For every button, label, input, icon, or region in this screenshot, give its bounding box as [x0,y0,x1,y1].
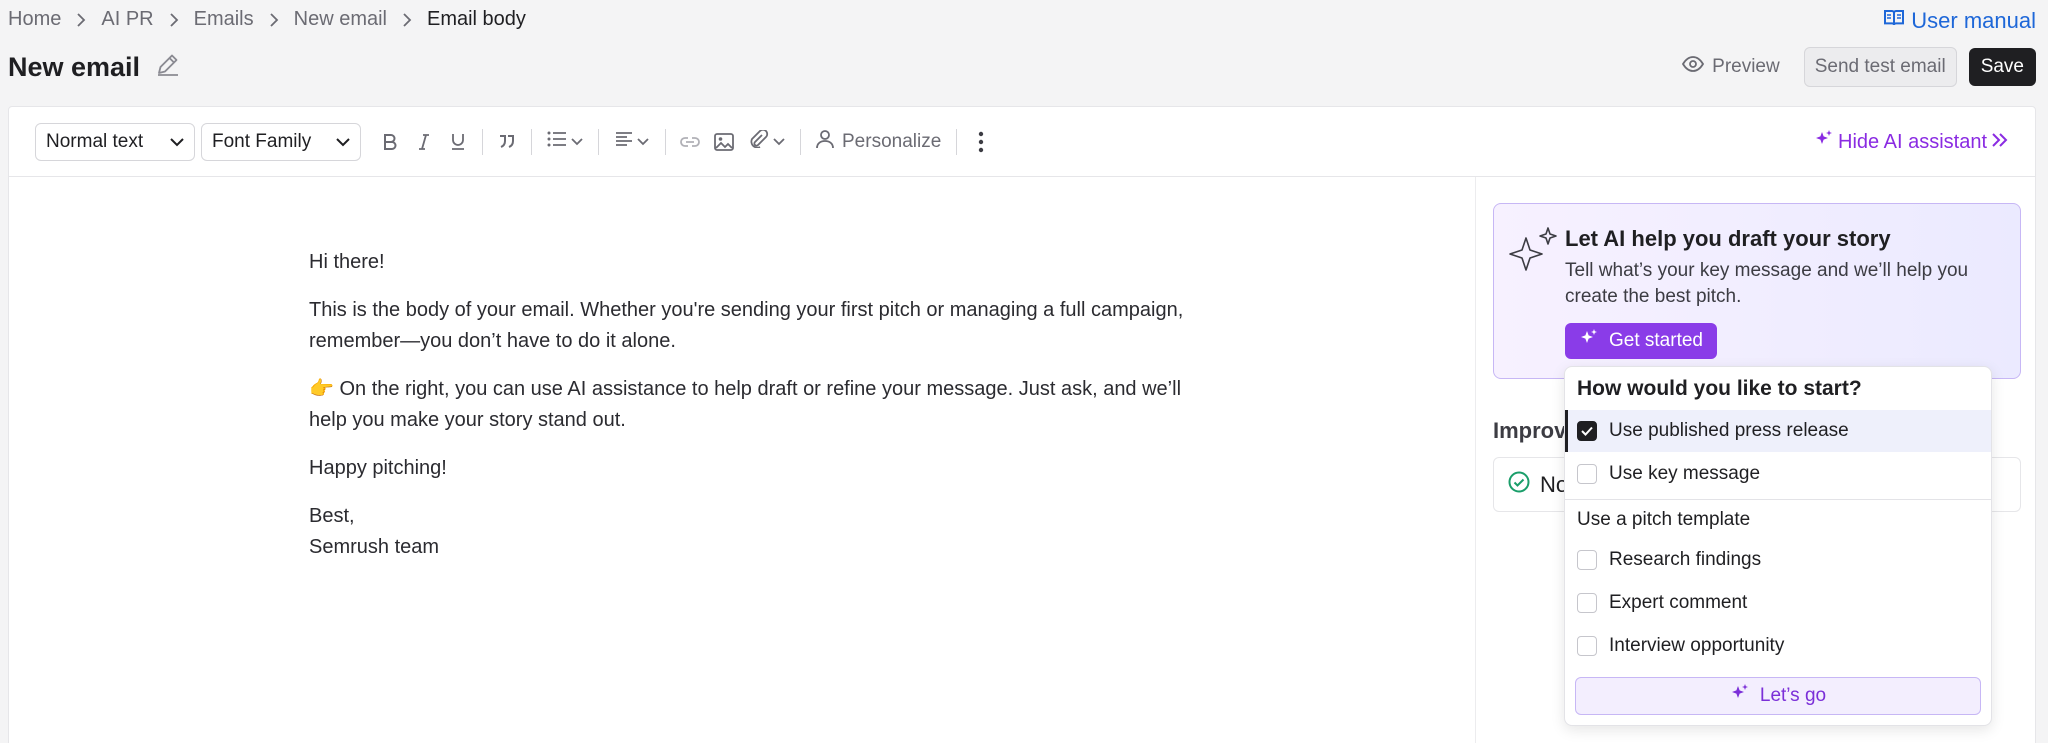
hide-ai-assistant-button[interactable]: Hide AI assistant [1814,129,2009,155]
breadcrumb-ai-pr[interactable]: AI PR [101,8,153,31]
preview-button[interactable]: Preview [1670,50,1792,84]
checkbox[interactable] [1577,593,1597,613]
attachment-menu[interactable] [741,128,793,153]
font-family-value: Font Family [212,130,312,152]
align-left-icon [615,131,633,152]
more-options-icon[interactable] [964,125,998,159]
page-title: New email [8,50,182,85]
template-interview-opportunity[interactable]: Interview opportunity [1565,625,1991,667]
lets-go-label: Let’s go [1759,685,1827,706]
check-circle-icon [1508,471,1530,499]
dropdown-separator [1565,499,1991,500]
link-icon[interactable] [673,125,707,159]
user-manual-link[interactable]: User manual [1883,8,2036,34]
edit-pencil-icon[interactable] [154,50,182,85]
start-options-dropdown: How would you like to start? Use publish… [1564,366,1992,726]
personalize-button[interactable]: Personalize [808,129,949,155]
checkbox[interactable] [1577,464,1597,484]
toolbar-divider [531,128,532,155]
sparkle-icon [1730,683,1750,709]
toolbar-divider [800,128,801,155]
lets-go-button[interactable]: Let’s go [1575,677,1981,715]
ai-card-title: Let AI help you draft your story [1565,226,1891,251]
bold-icon[interactable] [373,125,407,159]
breadcrumb-new-email[interactable]: New email [294,8,387,31]
dropdown-heading: How would you like to start? [1577,377,1862,400]
save-button[interactable]: Save [1968,48,2036,86]
book-icon [1883,8,1905,34]
template-label: Research findings [1609,549,1762,570]
text-style-value: Normal text [46,130,144,152]
template-label: Interview opportunity [1609,635,1785,656]
hide-ai-label: Hide AI assistant [1838,130,1987,153]
sparkle-icon [1814,129,1834,155]
panel-divider [1475,177,1476,743]
email-body-editor[interactable]: Hi there! This is the body of your email… [309,247,1189,580]
header-actions: Preview Send test email Save [1670,47,2036,87]
option-published-press-release[interactable]: Use published press release [1565,410,1991,452]
personalize-label: Personalize [842,130,942,152]
sparkle-icon [1579,328,1599,354]
chevron-down-icon [571,133,583,151]
checkbox-checked[interactable] [1577,421,1597,441]
underline-icon[interactable] [441,125,475,159]
italic-icon[interactable] [407,125,441,159]
chevron-right-icon [169,12,179,27]
list-menu[interactable] [539,131,591,152]
breadcrumb-emails[interactable]: Emails [194,8,254,31]
get-started-button[interactable]: Get started [1565,323,1717,359]
template-expert-comment[interactable]: Expert comment [1565,582,1991,624]
font-family-select[interactable]: Font Family [201,122,361,161]
template-label: Expert comment [1609,592,1748,613]
template-research-findings[interactable]: Research findings [1565,539,1991,581]
email-signature: Semrush team [309,536,440,558]
preview-label: Preview [1712,56,1780,77]
chevron-right-icon [76,12,86,27]
text-style-select[interactable]: Normal text [35,122,195,161]
email-signoff: Best, [309,505,355,527]
user-manual-label: User manual [1911,8,2036,33]
toolbar-divider [665,128,666,155]
quote-icon[interactable] [490,125,524,159]
chevron-down-icon [170,131,184,153]
breadcrumb: Home AI PR Emails New email Email body [8,8,526,31]
ai-card-description: Tell what’s your key message and we’ll h… [1565,260,1969,307]
option-label: Use key message [1609,463,1761,484]
toolbar-divider [956,128,958,155]
editor-toolbar: Normal text Font Family Personalize Hide… [9,107,2035,177]
get-started-label: Get started [1609,330,1703,351]
option-key-message[interactable]: Use key message [1565,453,1991,495]
chevron-down-icon [336,131,350,153]
image-icon[interactable] [707,125,741,159]
chevron-down-icon [773,133,785,151]
eye-icon [1682,56,1705,78]
double-chevron-right-icon [1991,131,2009,154]
improve-heading: Improv [1493,418,1567,443]
person-icon [816,129,834,155]
email-paragraph: 👉 On the right, you can use AI assistanc… [309,378,1182,431]
chevron-down-icon [637,133,649,151]
template-group-label: Use a pitch template [1577,509,1751,530]
email-closing: Happy pitching! [309,457,447,479]
breadcrumb-home[interactable]: Home [8,8,61,31]
align-menu[interactable] [606,131,658,152]
checkbox[interactable] [1577,550,1597,570]
chevron-right-icon [269,12,279,27]
checkbox[interactable] [1577,636,1597,656]
option-label: Use published press release [1609,420,1849,441]
ai-sparkle-icon [1506,224,1562,279]
paperclip-icon [749,128,769,153]
breadcrumb-current: Email body [426,8,526,30]
ai-assistant-card: Let AI help you draft your story Tell wh… [1493,203,2021,379]
email-paragraph: This is the body of your email. Whether … [309,299,1184,352]
toolbar-divider [482,128,483,155]
list-icon [547,131,567,152]
email-greeting: Hi there! [309,251,385,273]
page-title-text: New email [8,52,141,82]
toolbar-divider [598,128,599,155]
send-test-email-button[interactable]: Send test email [1803,47,1957,87]
chevron-right-icon [402,12,412,27]
